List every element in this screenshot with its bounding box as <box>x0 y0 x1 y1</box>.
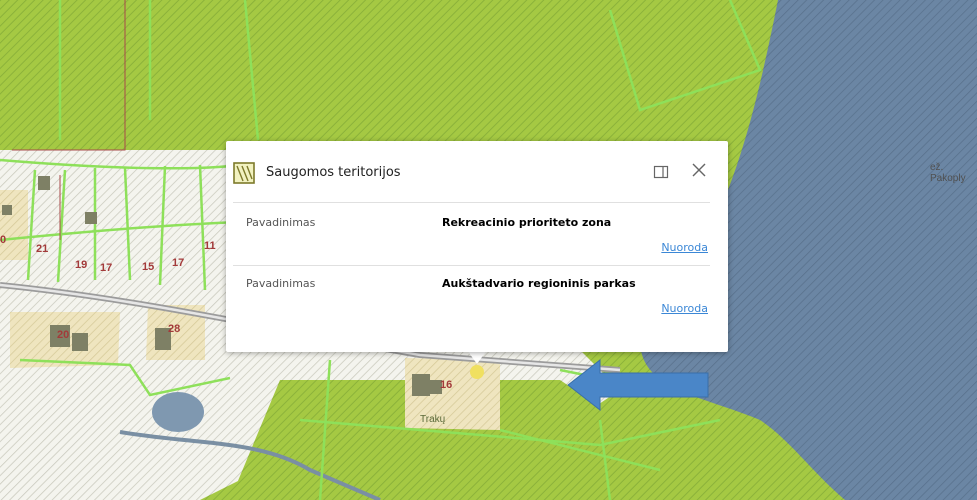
protected-area-layer-icon <box>233 162 255 184</box>
parcel-number: 17 <box>100 262 112 274</box>
attribute-value: Aukštadvario regioninis parkas <box>442 277 636 290</box>
lake-label-prefix: ež. <box>930 162 944 173</box>
divider <box>233 265 710 266</box>
attribute-label: Pavadinimas <box>246 216 316 229</box>
popup-title: Saugomos teritorijos <box>266 165 401 180</box>
pond <box>152 392 204 432</box>
lake-label: ež. Pakoply <box>930 162 966 184</box>
lake-label-name: Pakoply <box>930 173 966 184</box>
parcel-west <box>0 190 28 260</box>
attribute-row: Pavadinimas Rekreacinio prioriteto zona … <box>226 206 728 266</box>
close-icon[interactable] <box>690 161 708 179</box>
feature-popup: Saugomos teritorijos Pavadinimas Rekreac… <box>226 141 728 352</box>
reference-link[interactable]: Nuoroda <box>661 302 708 315</box>
attribute-label: Pavadinimas <box>246 277 316 290</box>
popup-pointer <box>467 350 487 364</box>
attribute-row: Pavadinimas Aukštadvario regioninis park… <box>226 267 728 327</box>
maximize-icon[interactable] <box>653 164 669 180</box>
popup-header: Saugomos teritorijos <box>226 141 728 201</box>
parcel-number: 15 <box>142 261 154 273</box>
selected-point-marker[interactable] <box>470 365 484 379</box>
parcel-number: 28 <box>168 323 180 335</box>
parcel-number: 17 <box>172 257 184 269</box>
parcel-number: 19 <box>75 259 87 271</box>
attribute-value: Rekreacinio prioriteto zona <box>442 216 612 229</box>
reference-link[interactable]: Nuoroda <box>661 241 708 254</box>
parcel-number: 0 <box>0 234 6 246</box>
place-label: Trakų <box>420 414 446 425</box>
divider <box>233 202 710 203</box>
parcel-number: 20 <box>57 329 69 341</box>
parcel-number: 16 <box>440 379 452 391</box>
parcel-number: 21 <box>36 243 48 255</box>
parcel-number: 11 <box>204 240 216 252</box>
